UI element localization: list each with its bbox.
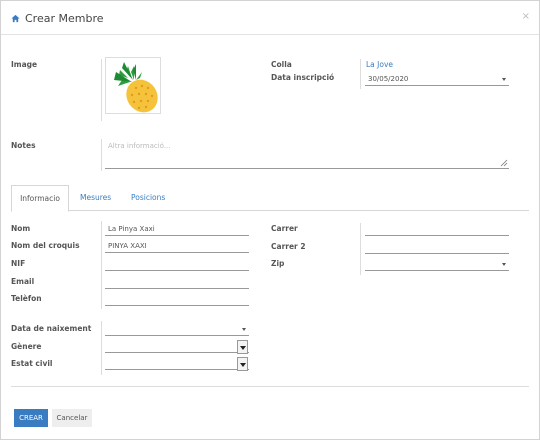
dialog-title-text: Crear Membre [25, 12, 104, 25]
tab-mesures[interactable]: Mesures [80, 185, 111, 211]
tab-informacio[interactable]: Informacio [11, 185, 69, 212]
tab-posicions[interactable]: Posicions [131, 185, 165, 211]
image-label: Image [11, 60, 38, 69]
divider [101, 221, 102, 309]
carrer2-label: Carrer 2 [271, 242, 306, 251]
estat-civil-select[interactable] [105, 358, 249, 370]
data-naixement-label: Data de naixement [11, 324, 92, 333]
chevron-down-icon [502, 263, 506, 266]
genere-dropdown-button[interactable] [237, 340, 248, 354]
zip-select[interactable] [365, 259, 509, 271]
notes-textarea[interactable]: Altra informació... [105, 139, 509, 169]
estat-civil-label: Estat civil [11, 359, 53, 368]
divider [101, 139, 102, 171]
chevron-down-icon [240, 346, 246, 350]
member-image[interactable] [105, 57, 161, 114]
dialog-title: Crear Membre [11, 12, 104, 25]
notes-placeholder: Altra informació... [108, 142, 171, 150]
crear-button[interactable]: CREAR [14, 409, 48, 427]
telefon-input[interactable] [105, 294, 249, 306]
close-icon[interactable]: × [522, 11, 530, 22]
email-input[interactable] [105, 277, 249, 289]
estat-civil-dropdown-button[interactable] [237, 357, 248, 371]
carrer-input[interactable] [365, 224, 509, 236]
chevron-down-icon [240, 363, 246, 367]
dialog-header: Crear Membre × [1, 1, 539, 35]
email-label: Email [11, 277, 35, 286]
colla-label: Colla [271, 60, 292, 69]
cancelar-button[interactable]: Cancelar [52, 409, 92, 427]
nom-croquis-input[interactable]: PINYA XAXI [105, 241, 249, 253]
nom-input[interactable]: La Pinya Xaxi [105, 224, 249, 236]
data-naixement-field[interactable] [105, 324, 249, 336]
nom-croquis-label: Nom del croquis [11, 241, 80, 250]
pineapple-icon [114, 62, 158, 113]
genere-label: Gènere [11, 342, 42, 351]
footer-divider [11, 386, 529, 387]
nif-input[interactable] [105, 259, 249, 271]
telefon-label: Telèfon [11, 294, 42, 303]
zip-label: Zip [271, 259, 285, 268]
create-member-dialog: Crear Membre × Image Colla Data inscripc… [0, 0, 540, 440]
nif-label: NIF [11, 259, 26, 268]
chevron-down-icon [242, 328, 246, 331]
tab-bar: Informacio Mesures Posicions [11, 185, 529, 212]
home-icon [11, 14, 20, 23]
carrer-label: Carrer [271, 224, 298, 233]
colla-link[interactable]: La Jove [366, 60, 393, 69]
divider [101, 321, 102, 375]
data-inscripcio-value: 30/05/2020 [368, 75, 409, 83]
notes-label: Notes [11, 141, 36, 150]
data-inscripcio-label: Data inscripció [271, 73, 335, 82]
carrer2-input[interactable] [365, 242, 509, 254]
resize-handle-icon[interactable] [500, 159, 508, 167]
nom-label: Nom [11, 224, 31, 233]
genere-select[interactable] [105, 341, 249, 353]
divider [360, 59, 361, 89]
divider [101, 59, 102, 121]
data-inscripcio-field[interactable]: 30/05/2020 [365, 74, 509, 86]
chevron-down-icon [502, 78, 506, 81]
divider [360, 223, 361, 275]
